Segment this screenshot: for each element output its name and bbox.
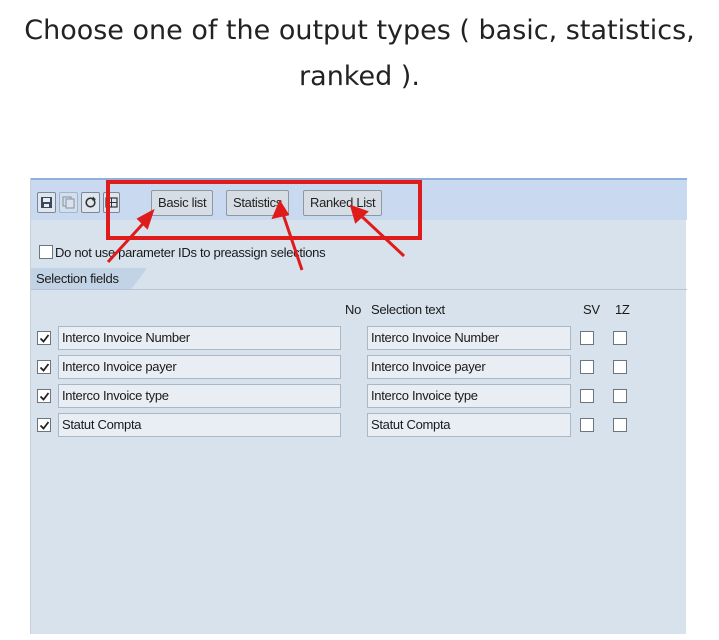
row-checkbox[interactable] (37, 331, 51, 345)
field-name[interactable]: Interco Invoice Number (58, 326, 341, 350)
refresh-icon[interactable] (81, 192, 100, 213)
col-header-sv: SV (583, 302, 600, 317)
basic-list-button[interactable]: Basic list (151, 190, 214, 216)
selection-text-field[interactable]: Interco Invoice Number (367, 326, 571, 350)
caption: Choose one of the output types ( basic, … (0, 8, 719, 100)
field-name[interactable]: Statut Compta (58, 413, 341, 437)
param-ids-checkbox[interactable] (39, 245, 53, 259)
row-checkbox[interactable] (37, 360, 51, 374)
col-header-no: No (345, 302, 362, 317)
selection-fields-tab[interactable]: Selection fields (31, 268, 147, 290)
ranked-list-button[interactable]: Ranked List (303, 190, 383, 216)
selection-divider (31, 289, 687, 290)
col-header-1z: 1Z (615, 302, 630, 317)
field-name[interactable]: Interco Invoice payer (58, 355, 341, 379)
save-icon[interactable] (37, 192, 56, 213)
statistics-button[interactable]: Statistics (226, 190, 290, 216)
sv-checkbox[interactable] (580, 360, 594, 374)
caption-line-2: ranked ). (299, 61, 420, 92)
1z-checkbox[interactable] (613, 331, 627, 345)
sap-screenshot: Basic list Statistics Ranked List Do not… (30, 178, 687, 634)
sv-checkbox[interactable] (580, 418, 594, 432)
selection-text-field[interactable]: Interco Invoice payer (367, 355, 571, 379)
1z-checkbox[interactable] (613, 360, 627, 374)
selection-text-field[interactable]: Interco Invoice type (367, 384, 571, 408)
1z-checkbox[interactable] (613, 418, 627, 432)
selection-text-field[interactable]: Statut Compta (367, 413, 571, 437)
row-checkbox[interactable] (37, 389, 51, 403)
1z-checkbox[interactable] (613, 389, 627, 403)
field-name[interactable]: Interco Invoice type (58, 384, 341, 408)
grid-icon[interactable] (103, 192, 120, 213)
param-ids-label: Do not use parameter IDs to preassign se… (55, 245, 326, 260)
caption-line-1: Choose one of the output types ( basic, … (24, 15, 695, 46)
row-checkbox[interactable] (37, 418, 51, 432)
col-header-selection-text: Selection text (371, 302, 445, 317)
application-toolbar: Basic list Statistics Ranked List (31, 178, 687, 220)
copy-icon[interactable] (59, 192, 78, 213)
sv-checkbox[interactable] (580, 331, 594, 345)
sv-checkbox[interactable] (580, 389, 594, 403)
